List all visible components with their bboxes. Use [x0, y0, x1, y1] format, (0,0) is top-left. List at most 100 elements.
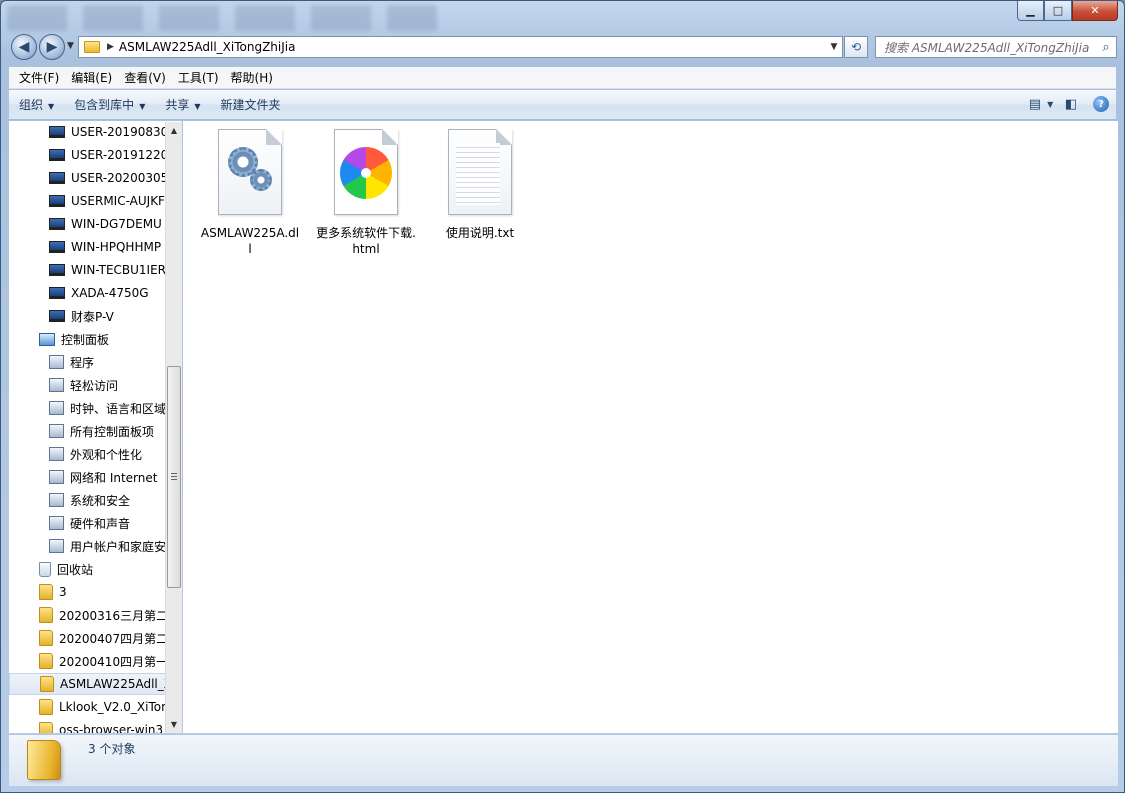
- new-folder-button[interactable]: 新建文件夹: [211, 96, 291, 113]
- nav-tree-label: USERMIC-AUJKF: [71, 194, 165, 208]
- share-button[interactable]: 共享 ▼: [155, 96, 210, 113]
- blurred-title-area: [7, 5, 437, 31]
- html-browser-icon: [334, 129, 398, 217]
- title-bar[interactable]: ▁ □ ✕: [1, 1, 1124, 31]
- nav-tree-item[interactable]: 3: [9, 581, 166, 603]
- nav-tree-item[interactable]: 网络和 Internet: [9, 466, 166, 488]
- preview-pane-button[interactable]: ◧: [1060, 94, 1082, 114]
- scroll-down-arrow-icon[interactable]: ▼: [166, 716, 182, 733]
- recent-pages-dropdown[interactable]: ▼: [67, 41, 74, 51]
- change-view-button[interactable]: ▤ ▼: [1029, 94, 1053, 114]
- file-list-area[interactable]: ASMLAW225A.dll 更多系统软件下载.html 使用说明.txt: [183, 121, 1118, 733]
- nav-tree-label: USER-20200305I: [71, 171, 166, 185]
- nav-scrollbar[interactable]: ▲ ▼: [165, 122, 182, 733]
- menu-item[interactable]: 查看(V): [118, 69, 172, 86]
- clock-language-icon: [49, 401, 64, 415]
- nav-tree-label: 外观和个性化: [70, 447, 143, 462]
- nav-tree-item[interactable]: XADA-4750G: [9, 282, 166, 304]
- nav-tree-item[interactable]: 硬件和声音: [9, 512, 166, 534]
- folder-icon: [84, 41, 100, 53]
- nav-tree-item[interactable]: 回收站: [9, 558, 166, 580]
- address-bar[interactable]: ▶ ASMLAW225Adll_XiTongZhiJia ▼: [78, 36, 843, 58]
- nav-tree-item[interactable]: 财泰P-V: [9, 305, 166, 327]
- nav-tree-item[interactable]: USER-20191220I: [9, 144, 166, 166]
- file-item[interactable]: 更多系统软件下载.html: [316, 129, 416, 257]
- nav-tree-item[interactable]: 时钟、语言和区域: [9, 397, 166, 419]
- minimize-button[interactable]: ▁: [1017, 1, 1044, 21]
- command-bar-right: ▤ ▼ ◧ ?: [1022, 94, 1112, 114]
- menu-item[interactable]: 工具(T): [172, 69, 225, 86]
- nav-tree-item[interactable]: oss-browser-win3: [9, 719, 166, 733]
- nav-tree-item[interactable]: Lklook_V2.0_XiTor: [9, 696, 166, 718]
- folder-icon: [39, 722, 53, 733]
- nav-tree-item[interactable]: WIN-HPQHHMP: [9, 236, 166, 258]
- nav-tree-label: 所有控制面板项: [70, 424, 155, 439]
- dll-gears-icon: [218, 129, 282, 217]
- folder-icon: [39, 699, 53, 715]
- search-icon[interactable]: ⌕: [1096, 40, 1116, 55]
- arrow-left-icon: ◀: [18, 39, 30, 55]
- back-button[interactable]: ◀: [11, 34, 37, 60]
- refresh-button[interactable]: ⟲: [844, 36, 868, 58]
- nav-tree-item[interactable]: USERMIC-AUJKF: [9, 190, 166, 212]
- nav-tree-item[interactable]: 所有控制面板项: [9, 420, 166, 442]
- nav-tree-item[interactable]: 轻松访问: [9, 374, 166, 396]
- nav-tree-item[interactable]: WIN-TECBU1IER: [9, 259, 166, 281]
- include-in-library-button[interactable]: 包含到库中 ▼: [64, 96, 155, 113]
- folder-icon: [39, 630, 53, 646]
- chevron-down-icon: ▼: [48, 102, 55, 111]
- maximize-button[interactable]: □: [1044, 1, 1072, 21]
- nav-tree-item[interactable]: WIN-DG7DEMU: [9, 213, 166, 235]
- preview-pane-icon: ◧: [1064, 96, 1078, 112]
- navigation-pane[interactable]: USER-20190830I USER-20191220I USER-2020030…: [9, 121, 182, 733]
- nav-tree-item[interactable]: 20200410四月第一: [9, 650, 166, 672]
- nav-tree-item[interactable]: 20200407四月第二: [9, 627, 166, 649]
- nav-tree-label: ASMLAW225Adll_X: [60, 677, 166, 691]
- nav-tree-label: 控制面板: [61, 332, 110, 347]
- window-controls: ▁ □ ✕: [1017, 1, 1118, 21]
- nav-tree-label: 程序: [70, 355, 95, 370]
- menu-item[interactable]: 帮助(H): [225, 69, 279, 86]
- close-button[interactable]: ✕: [1072, 1, 1118, 21]
- file-name: 使用说明.txt: [445, 226, 515, 240]
- chevron-down-icon: ▼: [139, 102, 146, 111]
- help-button[interactable]: ?: [1090, 94, 1112, 114]
- nav-tree-item[interactable]: 外观和个性化: [9, 443, 166, 465]
- address-dropdown-icon[interactable]: ▼: [826, 42, 842, 52]
- breadcrumb-arrow-icon[interactable]: ▶: [107, 42, 114, 52]
- address-path[interactable]: ASMLAW225Adll_XiTongZhiJia: [119, 40, 826, 54]
- search-input[interactable]: 搜索 ASMLAW225Adll_XiTongZhiJia: [876, 39, 1096, 56]
- help-icon: ?: [1093, 96, 1109, 112]
- nav-tree-item[interactable]: 20200316三月第二: [9, 604, 166, 626]
- search-box[interactable]: 搜索 ASMLAW225Adll_XiTongZhiJia ⌕: [875, 36, 1117, 58]
- explorer-window: ▁ □ ✕ ◀ ▶ ▼ ▶ ASMLAW225Adll_XiTongZhiJia…: [0, 0, 1125, 793]
- file-name: 更多系统软件下载.html: [316, 226, 416, 256]
- text-file-icon: [448, 129, 512, 217]
- nav-tree-item[interactable]: 系统和安全: [9, 489, 166, 511]
- nav-tree-item[interactable]: USER-20200305I: [9, 167, 166, 189]
- menu-item[interactable]: 编辑(E): [65, 69, 118, 86]
- navigation-row: ◀ ▶ ▼ ▶ ASMLAW225Adll_XiTongZhiJia ▼ ⟲ 搜…: [1, 31, 1124, 63]
- nav-tree-label: 20200316三月第二: [59, 608, 166, 623]
- computer-icon: [49, 218, 65, 230]
- user-accounts-icon: [49, 539, 64, 553]
- nav-tree-item[interactable]: 程序: [9, 351, 166, 373]
- computer-icon: [49, 287, 65, 299]
- scroll-thumb[interactable]: [167, 366, 181, 588]
- scroll-up-arrow-icon[interactable]: ▲: [166, 122, 182, 139]
- forward-button[interactable]: ▶: [39, 34, 65, 60]
- nav-tree-item[interactable]: 用户帐户和家庭安: [9, 535, 166, 557]
- nav-tree-label: 财泰P-V: [71, 309, 114, 324]
- nav-tree-item[interactable]: USER-20190830I: [9, 121, 166, 143]
- nav-tree-item[interactable]: ASMLAW225Adll_X: [9, 673, 166, 695]
- nav-tree-label: Lklook_V2.0_XiTor: [59, 700, 166, 714]
- arrow-right-icon: ▶: [46, 39, 58, 55]
- menu-item[interactable]: 文件(F): [13, 69, 65, 86]
- nav-tree-item[interactable]: 控制面板: [9, 328, 166, 350]
- refresh-icon: ⟲: [850, 40, 862, 54]
- organize-button[interactable]: 组织 ▼: [9, 96, 64, 113]
- grip-icon: [171, 473, 177, 480]
- file-item[interactable]: ASMLAW225A.dll: [200, 129, 300, 257]
- file-item[interactable]: 使用说明.txt: [430, 129, 530, 241]
- organize-label: 组织: [19, 98, 44, 112]
